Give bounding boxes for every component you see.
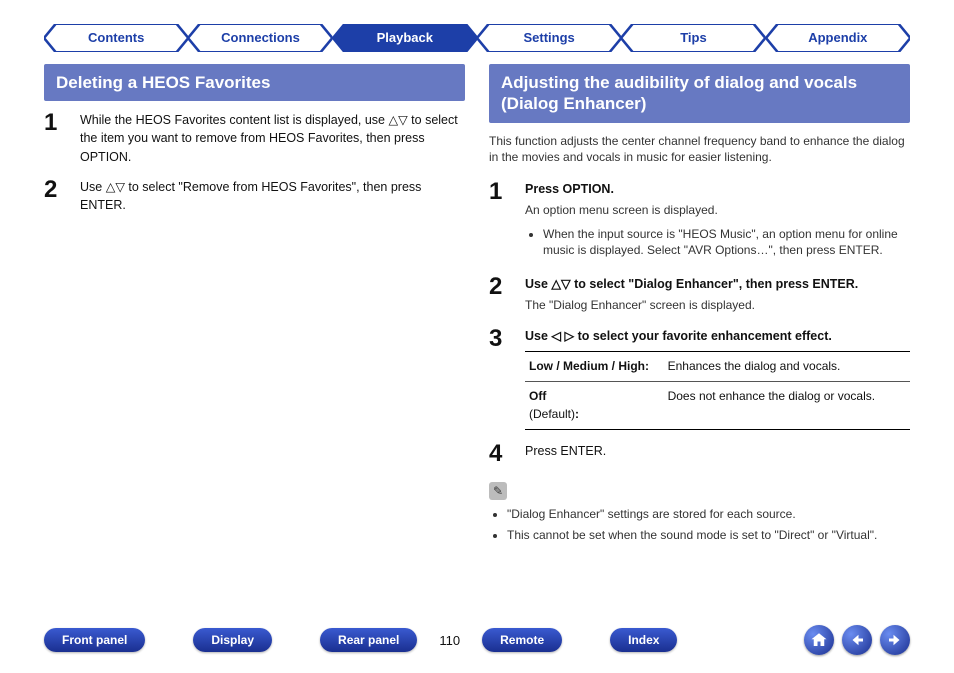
step-bullets: When the input source is "HEOS Music", a… xyxy=(525,226,910,260)
option-desc: Does not enhance the dialog or vocals. xyxy=(664,382,910,430)
front-panel-button[interactable]: Front panel xyxy=(44,628,145,652)
updown-icon: △▽ xyxy=(388,113,407,127)
pencil-icon: ✎ xyxy=(489,482,507,500)
step-text: Press OPTION. An option menu screen is d… xyxy=(525,180,910,263)
bottom-left-group: Front panel Display Rear panel xyxy=(44,628,417,652)
step-number: 4 xyxy=(489,442,511,466)
option-desc: Enhances the dialog and vocals. xyxy=(664,351,910,381)
updown-icon: △▽ xyxy=(551,277,570,291)
step-number: 2 xyxy=(489,275,511,315)
tab-label: Settings xyxy=(524,30,575,45)
display-button[interactable]: Display xyxy=(193,628,272,652)
bullet-item: "Dialog Enhancer" settings are stored fo… xyxy=(507,506,910,523)
section-heading-right: Adjusting the audibility of dialog and v… xyxy=(489,64,910,123)
step-text: Use ◁ ▷ to select your favorite enhancem… xyxy=(525,327,910,430)
text-fragment: to select "Remove from HEOS Favorites", … xyxy=(80,180,421,212)
prev-page-icon[interactable] xyxy=(842,625,872,655)
step-text: Press ENTER. xyxy=(525,442,910,466)
left-column: Deleting a HEOS Favorites 1 While the HE… xyxy=(44,64,465,548)
updown-icon: △▽ xyxy=(106,180,125,194)
right-step-2: 2 Use △▽ to select "Dialog Enhancer", th… xyxy=(489,275,910,315)
options-table: Low / Medium / High: Enhances the dialog… xyxy=(525,351,910,430)
left-step-2: 2 Use △▽ to select "Remove from HEOS Fav… xyxy=(44,178,465,214)
tab-playback[interactable]: Playback xyxy=(333,24,477,52)
text-fragment: While the HEOS Favorites content list is… xyxy=(80,113,388,127)
table-row: Off (Default): Does not enhance the dial… xyxy=(525,382,910,430)
notes-block: ✎ "Dialog Enhancer" settings are stored … xyxy=(489,478,910,544)
remote-button[interactable]: Remote xyxy=(482,628,562,652)
right-column: Adjusting the audibility of dialog and v… xyxy=(489,64,910,548)
text-fragment: Use xyxy=(525,277,551,291)
option-label: Off (Default): xyxy=(525,382,664,430)
bullet-item: This cannot be set when the sound mode i… xyxy=(507,527,910,544)
leftright-icon: ◁ ▷ xyxy=(551,329,574,343)
right-step-3: 3 Use ◁ ▷ to select your favorite enhanc… xyxy=(489,327,910,430)
section-intro: This function adjusts the center channel… xyxy=(489,133,910,167)
tab-label: Contents xyxy=(88,30,144,45)
index-button[interactable]: Index xyxy=(610,628,677,652)
top-nav-tabs: Contents Connections Playback Settings T… xyxy=(0,0,954,52)
page-number: 110 xyxy=(439,633,460,648)
text-fragment: (Default) xyxy=(529,407,575,421)
bottom-bar: Front panel Display Rear panel 110 Remot… xyxy=(44,625,910,655)
right-step-4: 4 Press ENTER. xyxy=(489,442,910,466)
next-page-icon[interactable] xyxy=(880,625,910,655)
tab-appendix[interactable]: Appendix xyxy=(766,24,910,52)
tab-tips[interactable]: Tips xyxy=(621,24,765,52)
tab-label: Appendix xyxy=(808,30,867,45)
step-number: 1 xyxy=(44,111,66,165)
tab-settings[interactable]: Settings xyxy=(477,24,621,52)
notes-list: "Dialog Enhancer" settings are stored fo… xyxy=(489,506,910,544)
text-fragment: Press OPTION. xyxy=(525,182,614,196)
tab-label: Connections xyxy=(221,30,300,45)
step-number: 2 xyxy=(44,178,66,214)
text-fragment: : xyxy=(575,407,579,421)
text-fragment: Off xyxy=(529,389,546,403)
step-subtext: An option menu screen is displayed. xyxy=(525,202,910,219)
tab-connections[interactable]: Connections xyxy=(188,24,332,52)
text-fragment: Use xyxy=(525,329,551,343)
option-label: Low / Medium / High: xyxy=(525,351,664,381)
left-step-1: 1 While the HEOS Favorites content list … xyxy=(44,111,465,165)
text-fragment: Use xyxy=(80,180,106,194)
step-subtext: The "Dialog Enhancer" screen is displaye… xyxy=(525,297,910,314)
bottom-right-group: Remote Index xyxy=(482,628,677,652)
rear-panel-button[interactable]: Rear panel xyxy=(320,628,417,652)
tab-label: Playback xyxy=(377,30,433,45)
nav-icon-group xyxy=(804,625,910,655)
step-text: While the HEOS Favorites content list is… xyxy=(80,111,465,165)
step-text: Use △▽ to select "Dialog Enhancer", then… xyxy=(525,275,910,315)
text-fragment: to select "Dialog Enhancer", then press … xyxy=(571,277,859,291)
text-fragment: to select your favorite enhancement effe… xyxy=(574,329,832,343)
tab-contents[interactable]: Contents xyxy=(44,24,188,52)
table-row: Low / Medium / High: Enhances the dialog… xyxy=(525,351,910,381)
step-number: 3 xyxy=(489,327,511,430)
step-number: 1 xyxy=(489,180,511,263)
home-icon[interactable] xyxy=(804,625,834,655)
step-text: Use △▽ to select "Remove from HEOS Favor… xyxy=(80,178,465,214)
section-heading-left: Deleting a HEOS Favorites xyxy=(44,64,465,101)
manual-page: Contents Connections Playback Settings T… xyxy=(0,0,954,673)
content-columns: Deleting a HEOS Favorites 1 While the HE… xyxy=(0,52,954,548)
bullet-item: When the input source is "HEOS Music", a… xyxy=(543,226,910,260)
tab-label: Tips xyxy=(680,30,707,45)
right-step-1: 1 Press OPTION. An option menu screen is… xyxy=(489,180,910,263)
